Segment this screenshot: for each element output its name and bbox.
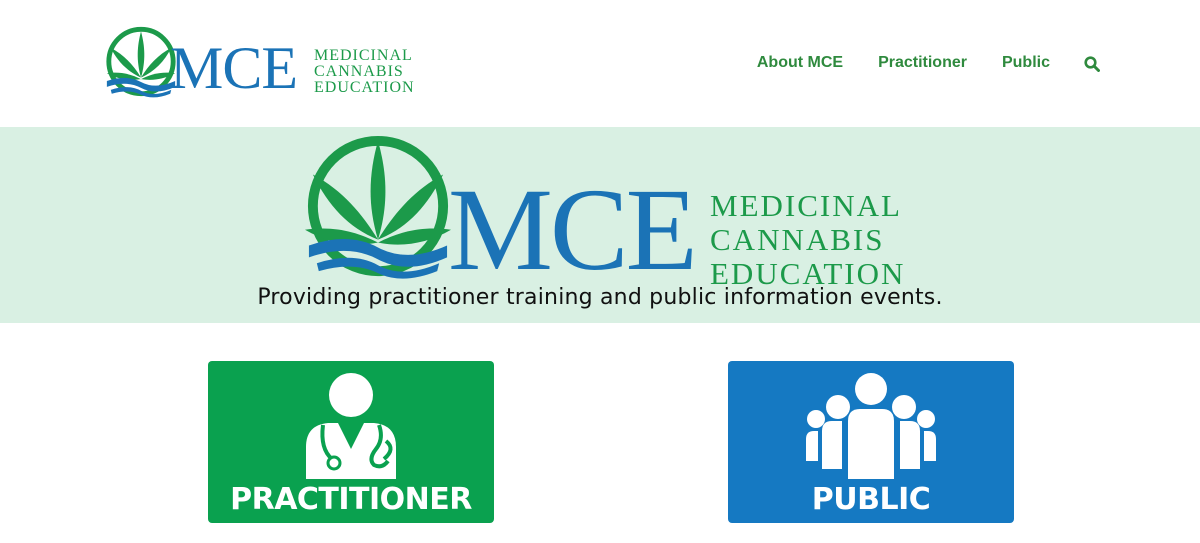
cannabis-leaf-logo-icon	[106, 26, 176, 98]
site-logo[interactable]: MCE MEDICINAL CANNABIS EDUCATION	[102, 24, 422, 104]
hero-tagline: Providing practitioner training and publ…	[257, 285, 943, 310]
public-card-label: PUBLIC	[811, 482, 931, 517]
doctor-icon	[306, 373, 396, 479]
nav-practitioner[interactable]: Practitioner	[878, 54, 967, 72]
hero-logo: MCE MEDICINAL CANNABIS EDUCATION	[298, 135, 918, 295]
public-card-button[interactable]: PUBLIC	[728, 361, 1014, 523]
logo-subtitle-line: MEDICINAL	[314, 47, 413, 64]
hero-logo-mce-text: MCE	[448, 164, 698, 295]
nav-about-mce[interactable]: About MCE	[757, 54, 843, 72]
practitioner-card-label: PRACTITIONER	[230, 482, 472, 517]
hero-logo-subtitle-line: MEDICINAL	[710, 188, 902, 223]
logo-subtitle-line: CANNABIS	[314, 63, 404, 80]
nav-public[interactable]: Public	[1002, 54, 1050, 72]
main-nav: About MCE Practitioner Public	[722, 54, 1100, 72]
hero-logo-subtitle: MEDICINAL CANNABIS EDUCATION	[710, 189, 905, 291]
hero-banner: MCE MEDICINAL CANNABIS EDUCATION Providi…	[0, 127, 1200, 323]
search-icon[interactable]	[1084, 56, 1100, 72]
logo-mce-text: MCE	[170, 35, 298, 101]
practitioner-card-button[interactable]: PRACTITIONER	[208, 361, 494, 523]
site-header: MCE MEDICINAL CANNABIS EDUCATION About M…	[0, 0, 1200, 127]
group-icon	[806, 373, 936, 479]
hero-logo-subtitle-line: CANNABIS	[710, 222, 885, 257]
logo-subtitle-line: EDUCATION	[314, 79, 415, 96]
logo-subtitle: MEDICINAL CANNABIS EDUCATION	[314, 48, 415, 96]
cannabis-leaf-logo-icon	[304, 135, 452, 279]
